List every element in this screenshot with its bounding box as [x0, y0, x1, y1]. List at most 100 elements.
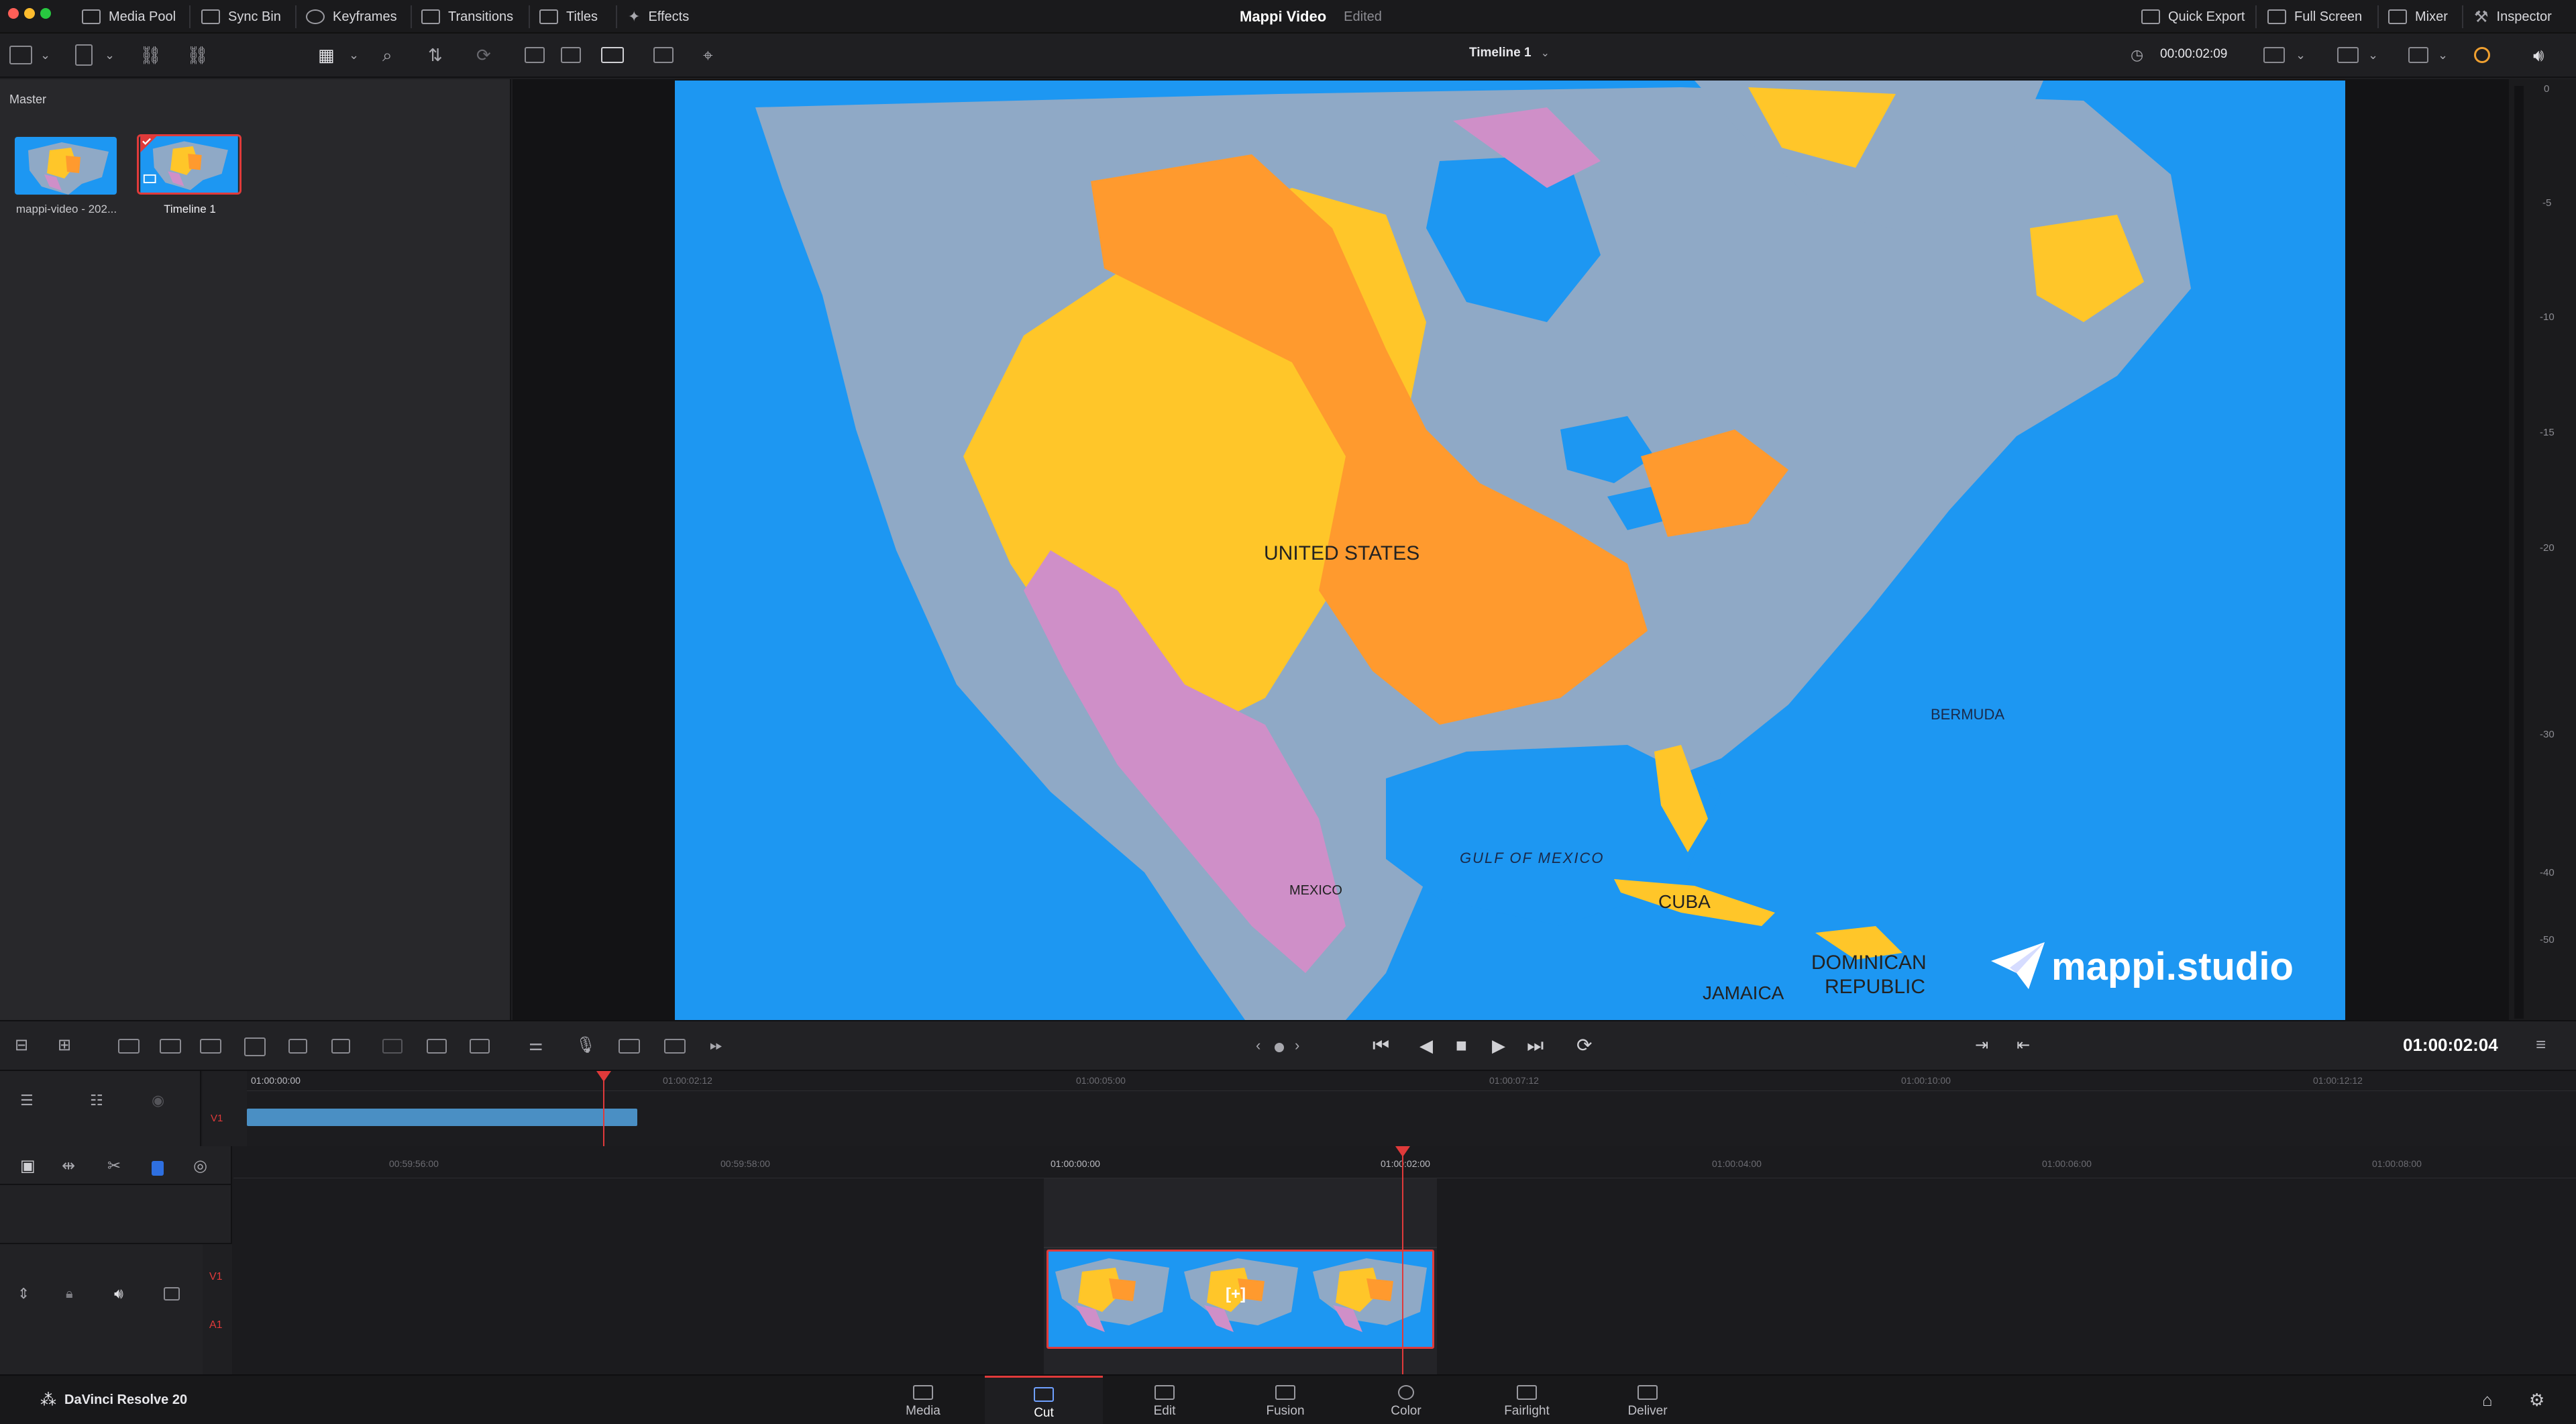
app-name: DaVinci Resolve 20 [64, 1392, 188, 1407]
timeline-selector[interactable]: Timeline 1 ⌄ [1469, 46, 1550, 60]
go-to-start-icon[interactable]: ⏮︎ [1373, 1036, 1389, 1055]
source-tape-icon[interactable] [561, 47, 581, 63]
mark-out-icon[interactable]: ⇤ [2017, 1036, 2030, 1055]
options-menu-icon[interactable]: ≡ [2536, 1035, 2546, 1054]
smart-insert-icon[interactable]: ⊟ [15, 1036, 28, 1055]
zoom-icon[interactable] [664, 1039, 686, 1054]
chevron-down-icon: ⌄ [1540, 48, 1550, 59]
sidebar-toggle-icon[interactable] [9, 46, 32, 64]
media-clip-thumbnail[interactable] [13, 136, 118, 196]
timeline-video-clip[interactable]: [+] [1046, 1250, 1434, 1349]
zoom-window-button[interactable] [40, 8, 51, 19]
unlink-icon[interactable]: ⛓ [186, 46, 209, 64]
grid-view-icon[interactable]: ▦ [318, 46, 335, 64]
clip-view-icon[interactable]: ▣ [20, 1157, 36, 1176]
snap-icon[interactable]: ⇹ [62, 1157, 75, 1176]
keyframes-button[interactable]: Keyframes [306, 0, 397, 34]
chevron-down-icon[interactable]: ⌄ [2438, 46, 2448, 64]
split-clip-icon[interactable] [288, 1039, 307, 1054]
loop-icon[interactable]: ⟳ [1576, 1036, 1592, 1055]
gear-icon[interactable]: ⚙ [2529, 1390, 2544, 1409]
sync-bin-button[interactable]: Sync Bin [201, 0, 281, 34]
mark-in-icon[interactable]: ⇥ [1975, 1036, 1988, 1055]
previous-clip-icon[interactable]: ‹ [1256, 1036, 1260, 1055]
marker-flag-icon[interactable] [152, 1161, 164, 1176]
audio-track-icon[interactable]: ☷ [90, 1091, 103, 1110]
full-screen-button[interactable]: Full Screen [2267, 0, 2362, 34]
timeline-thumbnail[interactable] [137, 134, 241, 195]
track-settings-icon[interactable]: ☰ [20, 1091, 34, 1110]
place-on-top-icon[interactable] [200, 1039, 221, 1054]
upper-timeline-clip[interactable] [247, 1109, 637, 1126]
transform-icon[interactable] [2408, 47, 2428, 63]
speaker-icon[interactable]: 🔊︎ [114, 1284, 123, 1303]
tab-fairlight[interactable]: Fairlight [1468, 1376, 1586, 1424]
color-wheel-icon[interactable] [2474, 47, 2490, 63]
timeline-view-icon[interactable] [601, 47, 624, 63]
smooth-cut-icon[interactable] [427, 1039, 447, 1054]
home-icon[interactable]: ⌂ [2482, 1390, 2493, 1409]
upper-ruler[interactable]: 01:00:00:00 01:00:02:12 01:00:05:00 01:0… [247, 1071, 2576, 1091]
lower-playhead[interactable] [1402, 1146, 1403, 1374]
refresh-icon[interactable]: ⟳ [476, 46, 491, 64]
upper-playhead[interactable] [603, 1071, 604, 1146]
display-icon[interactable] [2337, 47, 2359, 63]
mixer-button[interactable]: Mixer [2388, 0, 2448, 34]
safe-area-icon[interactable]: ⌖ [703, 46, 713, 64]
eye-icon[interactable]: ◎ [193, 1157, 207, 1176]
split-view-icon[interactable] [653, 47, 674, 63]
track-height-icon[interactable]: ⇕ [17, 1284, 30, 1303]
close-up-icon[interactable] [160, 1039, 181, 1054]
tab-media[interactable]: Media [864, 1376, 982, 1424]
tab-color[interactable]: Color [1347, 1376, 1465, 1424]
chevron-down-icon[interactable]: ⌄ [40, 46, 50, 64]
transport-bar: ⊟ ⊞ ⚌ 🎙︎ ⏩︎ ‹ › ⏮︎ ◀ ■ ▶ ⏭︎ ⟳ ⇥ ⇤ 01:00:… [0, 1020, 2576, 1071]
quick-export-button[interactable]: Quick Export [2141, 0, 2245, 34]
lock-track-icon[interactable]: ◉ [152, 1091, 164, 1110]
import-media-icon[interactable] [75, 44, 93, 66]
viewer-layout-icon[interactable] [2263, 47, 2285, 63]
link-icon[interactable]: ⛓ [140, 46, 162, 64]
effects-button[interactable]: ✦ Effects [628, 0, 689, 34]
next-clip-icon[interactable]: › [1295, 1036, 1299, 1055]
media-pool-button[interactable]: Media Pool [82, 0, 176, 34]
stop-icon[interactable]: ■ [1456, 1036, 1467, 1055]
inspector-button[interactable]: ⚒ Inspector [2474, 0, 2552, 34]
tab-edit[interactable]: Edit [1106, 1376, 1224, 1424]
transitions-button[interactable]: Transitions [421, 0, 513, 34]
viewer-frame[interactable]: UNITED STATES BERMUDA GULF OF MEXICO MEX… [675, 81, 2345, 1020]
play-reverse-icon[interactable]: ◀ [1419, 1036, 1433, 1055]
lock-icon[interactable]: 🔒︎ [66, 1284, 73, 1303]
minimize-window-button[interactable] [24, 8, 35, 19]
chevron-down-icon[interactable]: ⌄ [105, 46, 115, 64]
ripple-overwrite-icon[interactable] [118, 1039, 140, 1054]
tab-fusion[interactable]: Fusion [1226, 1376, 1344, 1424]
chevron-down-icon[interactable]: ⌄ [2296, 46, 2306, 64]
camera-icon[interactable] [619, 1039, 640, 1054]
search-icon[interactable]: ⌕ [382, 46, 392, 64]
razor-icon[interactable]: ✂ [107, 1157, 121, 1176]
play-icon[interactable]: ▶ [1492, 1036, 1505, 1055]
clip-speed-icon[interactable]: ⏩︎ [710, 1036, 722, 1055]
source-overwrite-icon[interactable] [244, 1037, 266, 1056]
close-window-button[interactable] [8, 8, 19, 19]
chevron-down-icon[interactable]: ⌄ [349, 46, 359, 64]
tab-cut[interactable]: Cut [985, 1376, 1103, 1424]
trim-icon[interactable] [331, 1039, 350, 1054]
tab-deliver[interactable]: Deliver [1589, 1376, 1707, 1424]
append-icon[interactable]: ⊞ [58, 1036, 71, 1055]
speaker-icon[interactable]: 🔊︎ [2533, 46, 2544, 64]
sort-icon[interactable]: ⇅ [428, 46, 443, 64]
ruler-tick: 00:59:58:00 [720, 1158, 770, 1169]
source-clip-icon[interactable] [525, 47, 545, 63]
sliders-icon[interactable]: ⚌ [529, 1036, 543, 1055]
monitor-icon[interactable] [164, 1287, 180, 1301]
microphone-icon[interactable]: 🎙︎ [576, 1036, 596, 1055]
effects-label: Effects [648, 9, 690, 24]
audio-waveform-icon[interactable] [470, 1039, 490, 1054]
chevron-down-icon[interactable]: ⌄ [2368, 46, 2378, 64]
titles-button[interactable]: Titles [539, 0, 598, 34]
clip-dot-icon[interactable] [1275, 1043, 1284, 1052]
dissolve-icon[interactable] [382, 1039, 402, 1054]
go-to-end-icon[interactable]: ⏭︎ [1527, 1036, 1544, 1055]
